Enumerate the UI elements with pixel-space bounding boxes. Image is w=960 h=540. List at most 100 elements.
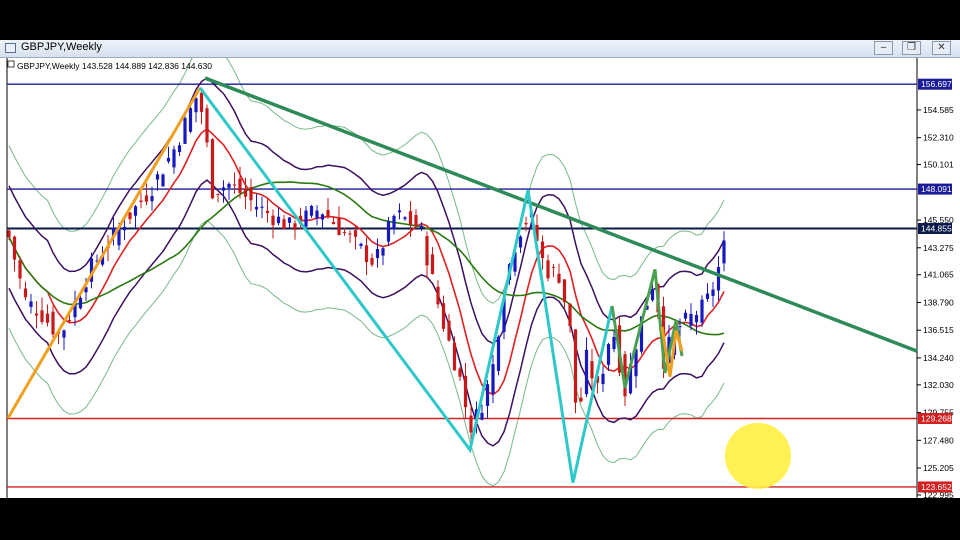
price-axis-labels: 154.585152.310150.101145.550143.275141.0… <box>917 105 954 498</box>
candle-body-106 <box>590 361 594 379</box>
candle-body-67 <box>375 249 380 259</box>
candle-body-79 <box>441 303 446 329</box>
candle-body-37 <box>210 139 215 199</box>
candle-body-77 <box>430 254 435 274</box>
candle-body-23 <box>133 206 138 216</box>
candle-body-68 <box>381 248 385 256</box>
candle-body-128 <box>711 289 715 296</box>
y-tick-label-1: 152.310 <box>923 133 954 143</box>
symbol-label: GBPJPY,Weekly <box>17 61 80 71</box>
candle-body-45 <box>254 206 259 210</box>
candle-body-75 <box>419 225 424 228</box>
candle-body-102 <box>568 303 572 326</box>
y-tick-label-2: 150.101 <box>923 160 954 170</box>
y-tick-label-11: 127.480 <box>923 435 954 445</box>
candle-body-46 <box>260 206 264 208</box>
candle-body-60 <box>337 217 341 236</box>
candle-body-32 <box>183 118 187 144</box>
candle-body-28 <box>161 174 165 187</box>
candle-body-52 <box>293 223 297 230</box>
y-tick-label-8: 134.240 <box>923 353 954 363</box>
level-tag-4: 123.652 <box>921 482 952 492</box>
y-tick-label-6: 138.790 <box>923 297 954 307</box>
candle-body-24 <box>139 200 143 203</box>
y-tick-label-9: 132.030 <box>923 380 954 390</box>
candle-body-104 <box>579 397 583 402</box>
candle-body-73 <box>408 211 413 225</box>
maximize-button[interactable]: ❐ <box>902 41 921 55</box>
candle-body-44 <box>249 187 253 201</box>
chart-window-icon <box>5 43 16 53</box>
candle-body-40 <box>227 183 231 188</box>
candle-body-63 <box>353 230 358 237</box>
candle-body-50 <box>282 219 286 229</box>
candle-body-71 <box>397 210 402 213</box>
candle-body-66 <box>370 257 374 265</box>
candle-body-81 <box>452 342 457 371</box>
candle-body-31 <box>177 145 182 153</box>
level-tag-3: 129.268 <box>921 414 952 424</box>
candle-body-42 <box>238 178 242 194</box>
candle-body-123 <box>683 312 688 319</box>
candle-body-49 <box>276 216 281 224</box>
candle-body-55 <box>309 205 314 216</box>
candle-body-57 <box>320 214 325 220</box>
candle-body-6 <box>40 310 44 322</box>
candle-body-56 <box>315 210 319 219</box>
candle-body-36 <box>205 108 209 143</box>
candle-body-39 <box>221 187 226 191</box>
y-tick-label-12: 125.205 <box>923 463 954 473</box>
level-tag-2: 144.855 <box>921 224 952 234</box>
y-tick-label-0: 154.585 <box>923 105 954 115</box>
candle-body-100 <box>557 273 561 283</box>
candle-body-110 <box>612 336 616 350</box>
candle-body-48 <box>271 215 275 226</box>
chart-window: GBPJPY,Weekly ‒ ❐ ✕ 154.585 152.310 150.10… <box>0 40 960 498</box>
candle-body-34 <box>194 97 198 113</box>
candle-body-59 <box>331 222 336 225</box>
highlight-circle <box>725 422 791 489</box>
window-titlebar: GBPJPY,Weekly ‒ ❐ ✕ <box>0 40 960 58</box>
candle-body-0 <box>7 230 11 237</box>
close-button[interactable]: ✕ <box>932 41 951 55</box>
candle-body-41 <box>232 184 237 186</box>
candle-body-97 <box>540 241 545 259</box>
candle-body-129 <box>716 266 721 291</box>
candle-body-5 <box>34 313 39 316</box>
candle-body-13 <box>78 297 83 309</box>
price-chart[interactable]: 154.585152.310150.101145.550143.275141.0… <box>0 58 960 498</box>
y-tick-label-7: 136.515 <box>923 325 954 335</box>
candle-body-122 <box>678 326 682 328</box>
candle-body-11 <box>67 320 72 322</box>
candle-body-109 <box>606 344 611 365</box>
candle-body-8 <box>51 311 55 335</box>
candle-body-10 <box>62 330 66 338</box>
candle-body-22 <box>128 212 132 220</box>
candle-body-2 <box>18 260 22 279</box>
candle-body-83 <box>463 375 468 408</box>
candle-body-82 <box>458 368 462 377</box>
candle-body-126 <box>700 299 704 323</box>
candle-body-51 <box>287 217 292 223</box>
candle-body-64 <box>359 243 363 247</box>
symbol-marker-icon <box>7 60 15 68</box>
candle-body-89 <box>496 336 501 371</box>
candle-body-125 <box>694 315 699 323</box>
candle-body-130 <box>722 240 726 264</box>
y-tick-label-4: 143.275 <box>923 243 954 253</box>
candle-body-26 <box>150 196 154 202</box>
candle-body-117 <box>650 288 655 301</box>
window-title: GBPJPY,Weekly <box>21 41 102 53</box>
candle-body-61 <box>342 232 347 234</box>
candle-body-65 <box>364 245 369 263</box>
candle-body-27 <box>155 174 160 180</box>
candle-body-70 <box>392 215 396 230</box>
candle-body-108 <box>601 373 605 385</box>
candle-body-47 <box>265 210 270 214</box>
candle-body-105 <box>584 349 589 395</box>
candle-body-74 <box>414 215 418 226</box>
candle-body-124 <box>689 313 693 326</box>
candle-body-101 <box>562 279 567 303</box>
candle-body-3 <box>23 288 28 298</box>
minimize-button[interactable]: ‒ <box>874 41 893 55</box>
